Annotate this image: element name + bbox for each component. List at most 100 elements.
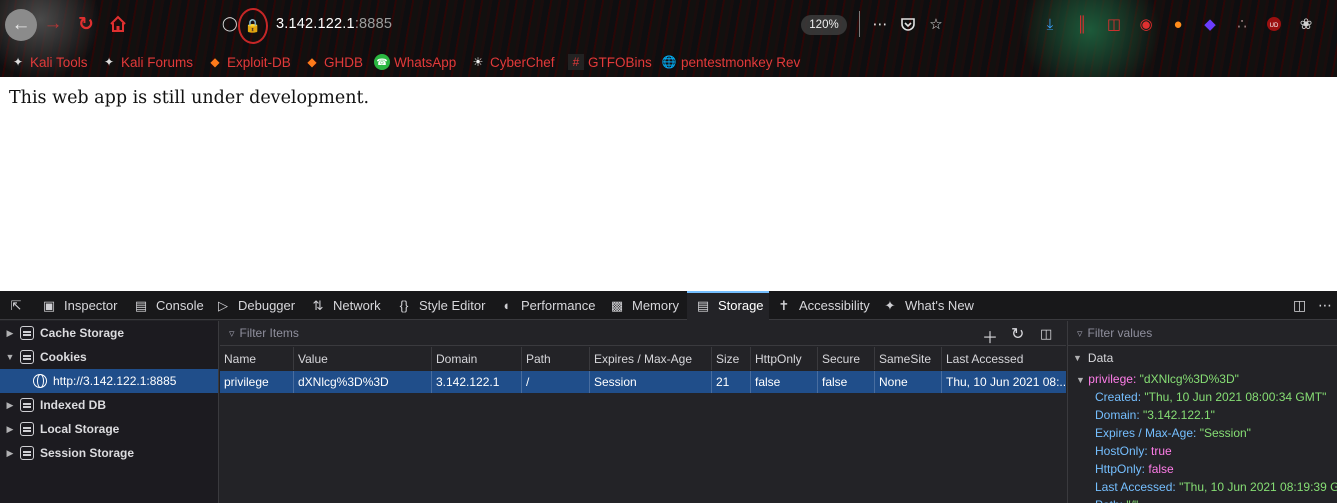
tab-network[interactable]: ⇅ Network [310, 291, 381, 320]
tab-inspector[interactable]: ▣ Inspector [41, 291, 118, 320]
cell-last-accessed[interactable]: Thu, 10 Jun 2021 08:... [942, 371, 1066, 393]
performance-icon: ◖ [502, 298, 510, 313]
cell-httponly[interactable]: false [751, 371, 818, 393]
cell-name[interactable]: privilege [220, 371, 294, 393]
cookie-editor-extension-icon[interactable]: ∴ [1232, 14, 1252, 34]
tree-item-label: Indexed DB [40, 398, 107, 412]
network-icon: ⇅ [312, 297, 324, 313]
column-header-domain[interactable]: Domain [432, 347, 522, 370]
bookmark-label: WhatsApp [394, 54, 457, 70]
sidebar-icon[interactable]: ◫ [1104, 14, 1124, 34]
pocket-icon[interactable] [898, 14, 918, 34]
web-page-content: This web app is still under development. [0, 77, 1337, 291]
home-button[interactable] [103, 9, 133, 39]
column-header-samesite[interactable]: SameSite [875, 347, 942, 370]
prop-last-accessed[interactable]: Last Accessed: "Thu, 10 Jun 2021 08:19:3… [1095, 480, 1337, 494]
element-picker-button[interactable]: ⇱ [8, 291, 24, 320]
cell-domain[interactable]: 3.142.122.1 [432, 371, 522, 393]
column-header-secure[interactable]: Secure [818, 347, 875, 370]
prop-hostonly[interactable]: HostOnly: true [1095, 444, 1172, 458]
back-button[interactable]: ← [5, 9, 37, 41]
column-header-last-accessed[interactable]: Last Accessed [942, 347, 1066, 370]
filter-icon: ▿ [229, 327, 235, 340]
url-bar[interactable]: 3.142.122.1:8885 [276, 16, 392, 32]
gtfobins-icon: # [568, 54, 584, 70]
prop-path[interactable]: Path: "/" [1095, 498, 1138, 503]
tab-performance[interactable]: ◖ Performance [498, 291, 595, 320]
dock-options-icon[interactable]: ◫ [1293, 297, 1306, 314]
tab-debugger[interactable]: ▷ Debugger [215, 291, 295, 320]
storage-icon: ▤ [696, 297, 710, 313]
bookmark-kali-forums[interactable]: ✦ Kali Forums [101, 52, 193, 72]
tree-item-label: Session Storage [40, 446, 135, 460]
tree-item-local-storage[interactable]: ▶ Local Storage [0, 417, 219, 441]
tab-console[interactable]: ▤ Console [133, 291, 204, 320]
devtools-panel: ⇱ ▣ Inspector ▤ Console ▷ Debugger ⇅ Network… [0, 291, 1337, 503]
account-icon[interactable]: ◉ [1136, 14, 1156, 34]
tab-storage[interactable]: ▤ Storage [687, 291, 769, 320]
bookmark-kali-tools[interactable]: ✦ Kali Tools [10, 52, 88, 72]
prop-domain[interactable]: Domain: "3.142.122.1" [1095, 408, 1215, 422]
bookmark-star-icon[interactable]: ☆ [926, 14, 946, 34]
accessibility-icon: ✝ [778, 297, 790, 313]
prop-expires[interactable]: Expires / Max-Age: "Session" [1095, 426, 1251, 440]
filter-placeholder: Filter values [1087, 326, 1153, 340]
page-actions-menu-icon[interactable]: ⋯ [870, 14, 890, 34]
tree-item-session-storage[interactable]: ▶ Session Storage [0, 441, 219, 465]
filter-values-input[interactable]: ▿ Filter values [1068, 321, 1337, 346]
url-host: 3.142.122.1 [276, 16, 355, 32]
refresh-icon[interactable]: ↻ [1011, 324, 1024, 344]
bookmark-ghdb[interactable]: ◆ GHDB [304, 52, 363, 72]
bookmark-gtfobins[interactable]: # GTFOBins [568, 52, 652, 72]
library-icon[interactable]: ║ [1072, 14, 1092, 34]
tree-item-cookies[interactable]: ▼ Cookies [0, 345, 219, 369]
prop-created[interactable]: Created: "Thu, 10 Jun 2021 08:00:34 GMT" [1095, 390, 1326, 404]
cell-expires[interactable]: Session [590, 371, 712, 393]
column-header-value[interactable]: Value [294, 347, 432, 370]
toggle-sidebar-icon[interactable]: ◫ [1040, 326, 1052, 342]
tab-style-editor[interactable]: {} Style Editor [396, 291, 486, 320]
tree-item-cache-storage[interactable]: ▶ Cache Storage [0, 321, 219, 345]
cell-path[interactable]: / [522, 371, 590, 393]
data-section-header[interactable]: ▼ Data [1068, 347, 1337, 369]
tab-accessibility[interactable]: ✝ Accessibility [776, 291, 870, 320]
insecure-lock-icon[interactable]: 🔒 [238, 8, 268, 44]
downloads-icon[interactable]: ⤓ [1040, 14, 1060, 34]
bookmark-pentestmonkey[interactable]: 🌐 pentestmonkey Rev [661, 52, 801, 72]
column-header-expires[interactable]: Expires / Max-Age [590, 347, 712, 370]
cell-secure[interactable]: false [818, 371, 875, 393]
add-item-icon[interactable]: ＋ [982, 324, 998, 348]
zoom-level-button[interactable]: 120% [801, 15, 847, 35]
bookmark-whatsapp[interactable]: ☎ WhatsApp [374, 52, 456, 72]
kali-dragon-icon: ✦ [12, 55, 24, 69]
foxyproxy-extension-icon[interactable]: ● [1168, 14, 1188, 34]
cell-size[interactable]: 21 [712, 371, 751, 393]
extensions-puzzle-icon[interactable]: ❀ [1296, 14, 1316, 34]
prop-key: Domain: [1095, 408, 1140, 422]
tracking-protection-icon[interactable]: ◯ [222, 15, 238, 32]
bookmarks-toolbar: ✦ Kali Tools ✦ Kali Forums ◆ Exploit-DB ◆ GH… [0, 52, 1337, 72]
ublock-extension-icon[interactable]: UD [1264, 14, 1284, 34]
prop-httponly[interactable]: HttpOnly: false [1095, 462, 1174, 476]
cell-samesite[interactable]: None [875, 371, 942, 393]
devtools-menu-icon[interactable]: ⋯ [1318, 297, 1332, 314]
column-header-httponly[interactable]: HttpOnly [751, 347, 818, 370]
tab-label: Console [156, 298, 204, 313]
tab-whats-new[interactable]: ✦ What's New [882, 291, 974, 320]
column-header-name[interactable]: Name [220, 347, 294, 370]
bookmark-cyberchef[interactable]: ☀ CyberChef [470, 52, 555, 72]
filter-items-input[interactable]: ▿ Filter Items ＋ ↻ ◫ [220, 321, 1066, 348]
column-header-size[interactable]: Size [712, 347, 751, 370]
wappalyzer-extension-icon[interactable]: ◆ [1200, 14, 1220, 34]
table-row[interactable]: privilege dXNlcg%3D%3D 3.142.122.1 / Ses… [220, 371, 1066, 393]
forward-button[interactable]: → [38, 9, 68, 39]
console-icon: ▤ [134, 297, 148, 313]
column-header-path[interactable]: Path [522, 347, 590, 370]
tab-memory[interactable]: ▩ Memory [609, 291, 679, 320]
tree-item-indexed-db[interactable]: ▶ Indexed DB [0, 393, 219, 417]
bookmark-exploit-db[interactable]: ◆ Exploit-DB [207, 52, 290, 72]
prop-root[interactable]: ▼ privilege: "dXNlcg%3D%3D" [1076, 372, 1239, 386]
tree-item-cookie-host[interactable]: http://3.142.122.1:8885 [0, 369, 218, 393]
cell-value[interactable]: dXNlcg%3D%3D [294, 371, 432, 393]
reload-button[interactable]: ↻ [71, 9, 101, 39]
